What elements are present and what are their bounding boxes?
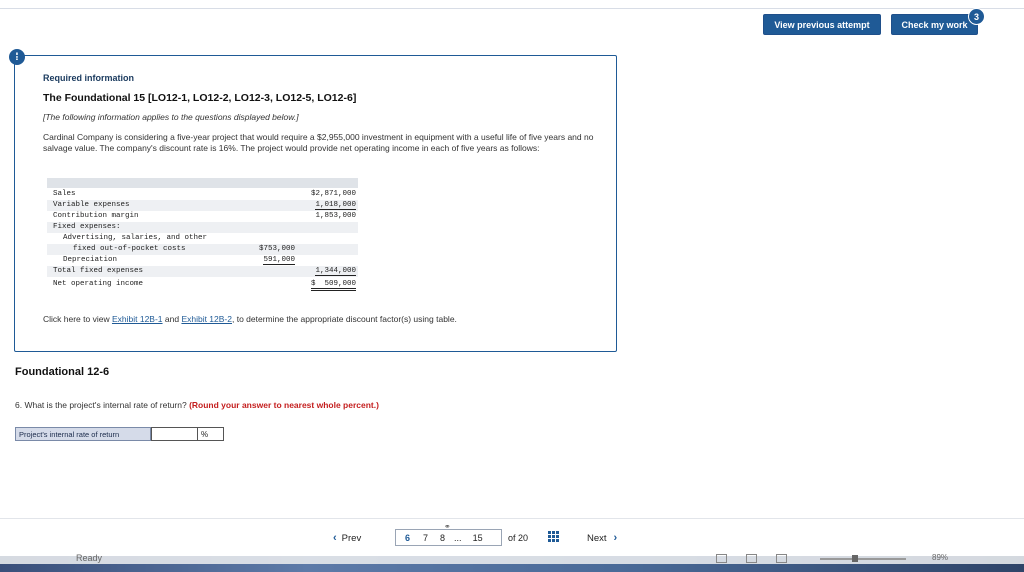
table-row: Fixed expenses:: [47, 222, 358, 233]
check-my-work-button[interactable]: Check my work: [891, 14, 978, 35]
next-button[interactable]: Next ›: [587, 532, 617, 544]
section-heading: Foundational 12-6: [15, 366, 110, 378]
normal-view-icon[interactable]: [716, 554, 727, 563]
page-total: of 20: [508, 533, 529, 543]
zoom-slider[interactable]: [820, 558, 906, 560]
page-ellipsis: ...: [454, 532, 462, 543]
prev-button[interactable]: ‹ Prev: [333, 532, 361, 544]
table-row: Contribution margin 1,853,000: [53, 212, 356, 220]
check-count-badge: 3: [968, 8, 985, 25]
answer-label: Project's internal rate of return: [15, 427, 151, 441]
percent-unit: %: [198, 427, 224, 441]
exhibit-12b-1-link[interactable]: Exhibit 12B-1: [112, 314, 163, 324]
table-row: fixed out-of-pocket costs $753,000: [47, 244, 358, 255]
table-header: [47, 178, 358, 188]
problem-paragraph: Cardinal Company is considering a five-y…: [43, 132, 594, 153]
irr-input[interactable]: [151, 427, 198, 441]
page-8[interactable]: 8: [440, 533, 445, 543]
page-selector[interactable]: 6 7 8 ... 15: [395, 529, 502, 546]
table-row: Net operating income $ 509,000: [47, 279, 358, 291]
exhibit-instructions: Click here to view Exhibit 12B-1 and Exh…: [43, 314, 457, 324]
exhibit-12b-2-link[interactable]: Exhibit 12B-2: [181, 314, 232, 324]
page-7[interactable]: 7: [423, 533, 428, 543]
table-row: Sales $2,871,000: [53, 190, 356, 198]
rounding-hint: (Round your answer to nearest whole perc…: [189, 400, 379, 410]
ready-status: Ready: [76, 553, 103, 563]
zoom-level: 89%: [932, 553, 949, 562]
required-information-panel: Required information The Foundational 15…: [14, 55, 617, 352]
table-row: Variable expenses 1,018,000: [47, 200, 358, 211]
chevron-left-icon: ‹: [333, 532, 337, 544]
income-statement-table: Sales $2,871,000 Variable expenses 1,018…: [47, 178, 358, 297]
page-6[interactable]: 6: [405, 533, 410, 543]
excel-status-bar: Ready 89%: [0, 553, 1024, 572]
page-break-icon[interactable]: [776, 554, 787, 563]
table-row: Advertising, salaries, and other: [63, 234, 208, 242]
applies-note: [The following information applies to th…: [43, 112, 299, 122]
view-previous-attempt-button[interactable]: View previous attempt: [763, 14, 881, 35]
page-15[interactable]: 15: [473, 533, 483, 543]
zoom-slider-knob[interactable]: [852, 555, 858, 562]
chevron-right-icon: ›: [613, 532, 618, 544]
nav-divider: [0, 518, 1024, 519]
top-divider: [0, 8, 1024, 9]
table-row: Depreciation 591,000: [63, 256, 295, 265]
required-information-title: Required information: [43, 73, 135, 83]
table-row: Total fixed expenses 1,344,000: [47, 266, 358, 277]
page-layout-icon[interactable]: [746, 554, 757, 563]
grid-icon[interactable]: [548, 531, 559, 542]
foundational-subtitle: The Foundational 15 [LO12-1, LO12-2, LO1…: [43, 92, 357, 104]
question-text: 6. What is the project's internal rate o…: [15, 400, 379, 410]
